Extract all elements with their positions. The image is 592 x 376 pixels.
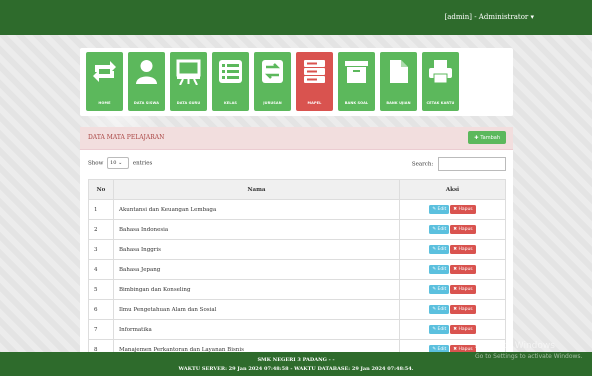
- row-nama: Bahasa Indonesia: [113, 219, 400, 240]
- menu-jurusan[interactable]: JURUSAN: [254, 52, 291, 111]
- search-control: Search:: [412, 157, 506, 171]
- delete-button[interactable]: ✖ Hapus: [450, 285, 476, 294]
- table-header-row: No Nama Aksi: [88, 179, 506, 200]
- windows-watermark-text: Go to Settings to activate Windows.: [475, 353, 583, 360]
- table-row: 6 Ilmu Pengetahuan Alam dan Sosial ✎ Edit ✖…: [88, 299, 506, 320]
- delete-button[interactable]: ✖ Hapus: [450, 245, 476, 254]
- menu-kelas[interactable]: KELAS: [212, 52, 249, 111]
- row-actions: ✎ Edit ✖ Hapus: [399, 259, 506, 280]
- show-label: Show: [88, 160, 104, 167]
- row-no: 1: [88, 199, 114, 220]
- refresh-icon: [93, 61, 116, 82]
- edit-button[interactable]: ✎ Edit: [429, 225, 450, 234]
- server-icon: [304, 60, 325, 83]
- menu-cetak-kartu[interactable]: CETAK KARTU: [422, 52, 459, 111]
- presentation-icon: [176, 59, 201, 85]
- row-no: 2: [88, 219, 114, 240]
- table-row: 3 Bahasa Inggris ✎ Edit ✖ Hapus: [88, 239, 506, 260]
- edit-button[interactable]: ✎ Edit: [429, 265, 450, 274]
- table-row: 1 Akuntansi dan Keuangan Lembaga ✎ Edit ✖ H…: [88, 199, 506, 220]
- delete-button[interactable]: ✖ Hapus: [450, 265, 476, 274]
- row-nama: Akuntansi dan Keuangan Lembaga: [113, 199, 400, 220]
- subject-panel: DATA MATA PELAJARAN ✚ Tambah Show 10 ⌄ e…: [80, 127, 513, 352]
- add-button-label: Tambah: [480, 134, 500, 141]
- list-icon: [219, 60, 242, 83]
- table-row: 2 Bahasa Indonesia ✎ Edit ✖ Hapus: [88, 219, 506, 240]
- menu-label: JURUSAN: [263, 101, 282, 105]
- menu-mapel[interactable]: MAPEL: [296, 52, 333, 111]
- menu-home[interactable]: HOME: [86, 52, 123, 111]
- edit-button[interactable]: ✎ Edit: [429, 305, 450, 314]
- delete-button[interactable]: ✖ Hapus: [450, 205, 476, 214]
- row-no: 3: [88, 239, 114, 260]
- archive-icon: [345, 61, 368, 83]
- row-actions: ✎ Edit ✖ Hapus: [399, 219, 506, 240]
- footer-time: WAKTU SERVER: 29 Jan 2024 07:48:58 - WAK…: [178, 366, 414, 372]
- edit-button[interactable]: ✎ Edit: [429, 245, 450, 254]
- edit-button[interactable]: ✎ Edit: [429, 205, 450, 214]
- menu-label: CETAK KARTU: [426, 101, 455, 105]
- row-no: 7: [88, 319, 114, 340]
- printer-icon: [429, 60, 452, 84]
- table-row: 8 Manajemen Perkantoran dan Layanan Bisni…: [88, 339, 506, 352]
- entries-select[interactable]: 10 ⌄: [107, 157, 130, 169]
- delete-button[interactable]: ✖ Hapus: [450, 305, 476, 314]
- menu-label: DATA SISWA: [133, 101, 160, 105]
- panel-title: DATA MATA PELAJARAN: [88, 134, 165, 141]
- row-nama: Manajemen Perkantoran dan Layanan Bisnis: [113, 339, 400, 352]
- menu-label: HOME: [98, 101, 111, 105]
- table-row: 4 Bahasa Jepang ✎ Edit ✖ Hapus: [88, 259, 506, 280]
- menu-bank-ujian[interactable]: BANK UJIAN: [380, 52, 417, 111]
- add-button[interactable]: ✚ Tambah: [468, 131, 506, 144]
- row-no: 4: [88, 259, 114, 280]
- plus-icon: ✚: [474, 134, 479, 141]
- edit-button[interactable]: ✎ Edit: [429, 325, 450, 334]
- user-icon: [136, 60, 157, 84]
- col-no[interactable]: No: [88, 179, 114, 200]
- menu-label: BANK SOAL: [344, 101, 369, 105]
- panel-header: DATA MATA PELAJARAN ✚ Tambah: [80, 127, 513, 150]
- col-nama[interactable]: Nama: [113, 179, 400, 200]
- menu-bank-soal[interactable]: BANK SOAL: [338, 52, 375, 111]
- row-no: 8: [88, 339, 114, 352]
- windows-watermark-title: Activate Windows: [475, 341, 555, 351]
- delete-button[interactable]: ✖ Hapus: [450, 345, 476, 352]
- edit-button[interactable]: ✎ Edit: [429, 345, 450, 352]
- menu-data-siswa[interactable]: DATA SISWA: [128, 52, 165, 111]
- menu-label: BANK UJIAN: [386, 101, 411, 105]
- row-nama: Bahasa Jepang: [113, 259, 400, 280]
- chevron-down-icon: ⌄: [118, 160, 123, 166]
- main-menu: HOME DATA SISWA DATA GURU KELAS JURUSAN: [80, 48, 513, 116]
- col-aksi[interactable]: Aksi: [399, 179, 506, 200]
- menu-label: KELAS: [223, 101, 238, 105]
- table-row: 5 Bimbingan dan Konseling ✎ Edit ✖ Hapus: [88, 279, 506, 300]
- row-actions: ✎ Edit ✖ Hapus: [399, 279, 506, 300]
- user-menu[interactable]: [admin] - Administrator ▾: [444, 13, 534, 21]
- menu-label: MAPEL: [307, 101, 322, 105]
- menu-data-guru[interactable]: DATA GURU: [170, 52, 207, 111]
- search-label: Search:: [411, 161, 434, 168]
- edit-button[interactable]: ✎ Edit: [429, 285, 450, 294]
- row-nama: Informatika: [113, 319, 400, 340]
- row-no: 6: [88, 299, 114, 320]
- row-no: 5: [88, 279, 114, 300]
- row-nama: Ilmu Pengetahuan Alam dan Sosial: [113, 299, 400, 320]
- transfer-icon: [262, 60, 283, 83]
- row-actions: ✎ Edit ✖ Hapus: [399, 239, 506, 260]
- row-actions: ✎ Edit ✖ Hapus: [399, 319, 506, 340]
- search-input[interactable]: [438, 157, 506, 171]
- file-icon: [390, 60, 408, 83]
- row-nama: Bahasa Inggris: [113, 239, 400, 260]
- row-actions: ✎ Edit ✖ Hapus: [399, 199, 506, 220]
- menu-label: DATA GURU: [176, 101, 201, 105]
- delete-button[interactable]: ✖ Hapus: [450, 225, 476, 234]
- entries-control: Show 10 ⌄ entries: [88, 157, 152, 169]
- delete-button[interactable]: ✖ Hapus: [450, 325, 476, 334]
- top-navbar: [admin] - Administrator ▾: [0, 0, 592, 35]
- table-row: 7 Informatika ✎ Edit ✖ Hapus: [88, 319, 506, 340]
- row-actions: ✎ Edit ✖ Hapus: [399, 299, 506, 320]
- subject-table: No Nama Aksi 1 Akuntansi dan Keuangan Lem…: [88, 179, 506, 352]
- entries-label: entries: [132, 160, 153, 167]
- row-nama: Bimbingan dan Konseling: [113, 279, 400, 300]
